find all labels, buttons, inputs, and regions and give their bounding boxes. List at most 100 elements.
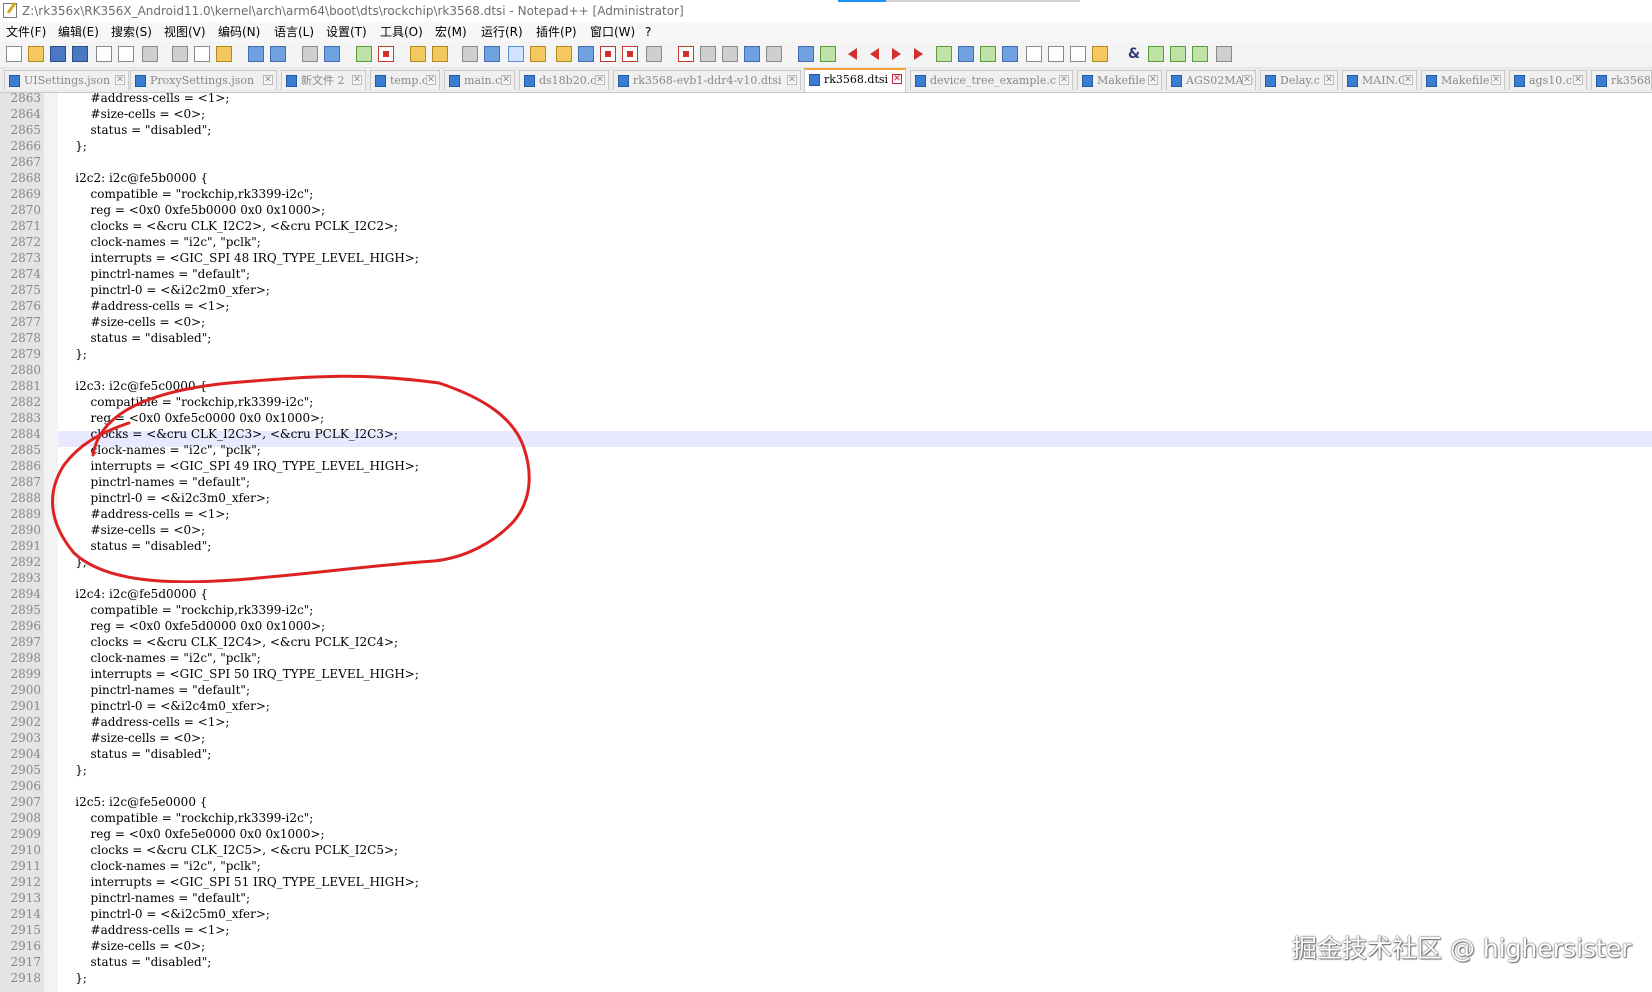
code-line[interactable]: 2905 }; bbox=[0, 762, 1652, 778]
close-tab-icon[interactable]: ✕ bbox=[1242, 75, 1252, 85]
code-line[interactable]: 2887 pinctrl-names = "default"; bbox=[0, 474, 1652, 490]
code-line[interactable]: 2876 #address-cells = <1>; bbox=[0, 298, 1652, 314]
tool-icon[interactable] bbox=[1148, 46, 1164, 62]
code-line[interactable]: 2875 pinctrl-0 = <&i2c2m0_xfer>; bbox=[0, 282, 1652, 298]
menu-tools[interactable]: 工具(O) bbox=[380, 22, 423, 42]
save-all-icon[interactable] bbox=[72, 46, 88, 62]
cut-icon[interactable] bbox=[172, 46, 188, 62]
settings-icon[interactable] bbox=[1216, 46, 1232, 62]
record-macro-icon[interactable] bbox=[678, 46, 694, 62]
code-line[interactable]: 2902 #address-cells = <1>; bbox=[0, 714, 1652, 730]
code-line[interactable]: 2897 clocks = <&cru CLK_I2C4>, <&cru PCL… bbox=[0, 634, 1652, 650]
tab-device-tree-example-c[interactable]: device_tree_example.c ✕ bbox=[910, 70, 1073, 90]
code-line[interactable]: 2867 bbox=[0, 154, 1652, 170]
doc-map-icon[interactable] bbox=[556, 46, 572, 62]
code-line[interactable]: 2913 pinctrl-names = "default"; bbox=[0, 890, 1652, 906]
code-line[interactable]: 2910 clocks = <&cru CLK_I2C5>, <&cru PCL… bbox=[0, 842, 1652, 858]
menu-language[interactable]: 语言(L) bbox=[274, 22, 314, 42]
close-tab-icon[interactable]: ✕ bbox=[501, 75, 511, 85]
zoom-out-icon[interactable] bbox=[378, 46, 394, 62]
menu-help[interactable]: ? bbox=[645, 22, 651, 42]
new-file-icon[interactable] bbox=[6, 46, 22, 62]
user-lang-icon[interactable] bbox=[530, 46, 546, 62]
close-tab-icon[interactable]: ✕ bbox=[595, 75, 605, 85]
code-line[interactable]: 2885 clock-names = "i2c", "pclk"; bbox=[0, 442, 1652, 458]
tab-new-file-2[interactable]: 新文件 2 ✕ bbox=[281, 70, 366, 90]
plugin-e-icon[interactable] bbox=[1026, 46, 1042, 62]
code-line[interactable]: 2882 compatible = "rockchip,rk3399-i2c"; bbox=[0, 394, 1652, 410]
code-line[interactable]: 2880 bbox=[0, 362, 1652, 378]
close-tab-icon[interactable]: ✕ bbox=[1148, 75, 1158, 85]
open-file-icon[interactable] bbox=[28, 46, 44, 62]
menu-search[interactable]: 搜索(S) bbox=[111, 22, 152, 42]
plugin-h-icon[interactable] bbox=[1092, 46, 1108, 62]
play-multiple-icon[interactable] bbox=[744, 46, 760, 62]
zoom-in-icon[interactable] bbox=[356, 46, 372, 62]
menu-macro[interactable]: 宏(M) bbox=[435, 22, 467, 42]
tab-temp-c[interactable]: temp.c ✕ bbox=[370, 70, 440, 90]
code-line[interactable]: 2890 #size-cells = <0>; bbox=[0, 522, 1652, 538]
close-tab-icon[interactable]: ✕ bbox=[352, 75, 362, 85]
menu-encoding[interactable]: 编码(N) bbox=[218, 22, 260, 42]
code-line[interactable]: 2870 reg = <0x0 0xfe5b0000 0x0 0x1000>; bbox=[0, 202, 1652, 218]
indent-guide-icon[interactable] bbox=[508, 46, 524, 62]
tab-rk3568-partial[interactable]: rk3568- bbox=[1591, 70, 1652, 90]
code-line[interactable]: 2889 #address-cells = <1>; bbox=[0, 506, 1652, 522]
code-line[interactable]: 2898 clock-names = "i2c", "pclk"; bbox=[0, 650, 1652, 666]
code-line[interactable]: 2901 pinctrl-0 = <&i2c4m0_xfer>; bbox=[0, 698, 1652, 714]
tab-ags02ma-c[interactable]: AGS02MA.c ✕ bbox=[1166, 70, 1256, 90]
code-line[interactable]: 2911 clock-names = "i2c", "pclk"; bbox=[0, 858, 1652, 874]
close-tab-icon[interactable]: ✕ bbox=[1059, 75, 1069, 85]
code-line[interactable]: 2906 bbox=[0, 778, 1652, 794]
plugin-b-icon[interactable] bbox=[958, 46, 974, 62]
tab-rk3568-dtsi[interactable]: rk3568.dtsi ✕ bbox=[804, 68, 906, 92]
eye-icon[interactable] bbox=[646, 46, 662, 62]
undo-icon[interactable] bbox=[248, 46, 264, 62]
code-line[interactable]: 2879 }; bbox=[0, 346, 1652, 362]
code-line[interactable]: 2895 compatible = "rockchip,rk3399-i2c"; bbox=[0, 602, 1652, 618]
close-tab-icon[interactable]: ✕ bbox=[787, 75, 797, 85]
menu-window[interactable]: 窗口(W) bbox=[590, 22, 635, 42]
close-tab-icon[interactable]: ✕ bbox=[426, 75, 436, 85]
code-line[interactable]: 2914 pinctrl-0 = <&i2c5m0_xfer>; bbox=[0, 906, 1652, 922]
plugin-d-icon[interactable] bbox=[1002, 46, 1018, 62]
prev-diff-icon[interactable] bbox=[870, 48, 879, 60]
menu-view[interactable]: 视图(V) bbox=[164, 22, 206, 42]
last-diff-icon[interactable] bbox=[914, 48, 923, 60]
close-icon[interactable] bbox=[96, 46, 112, 62]
code-line[interactable]: 2896 reg = <0x0 0xfe5d0000 0x0 0x1000>; bbox=[0, 618, 1652, 634]
show-all-chars-icon[interactable] bbox=[484, 46, 500, 62]
close-tab-icon[interactable]: ✕ bbox=[1324, 75, 1334, 85]
code-line[interactable]: 2863 #address-cells = <1>; bbox=[0, 90, 1652, 106]
code-editor[interactable]: 2863 #address-cells = <1>; 2864 #size-cel… bbox=[0, 90, 1652, 992]
menu-file[interactable]: 文件(F) bbox=[6, 22, 46, 42]
word-wrap-icon[interactable] bbox=[462, 46, 478, 62]
print-icon[interactable] bbox=[142, 46, 158, 62]
code-line[interactable]: 2909 reg = <0x0 0xfe5e0000 0x0 0x1000>; bbox=[0, 826, 1652, 842]
code-line[interactable]: 2908 compatible = "rockchip,rk3399-i2c"; bbox=[0, 810, 1652, 826]
menu-plugins[interactable]: 插件(P) bbox=[536, 22, 577, 42]
plugin-c-icon[interactable] bbox=[980, 46, 996, 62]
close-tab-icon[interactable]: ✕ bbox=[1491, 75, 1501, 85]
plugin-f-icon[interactable] bbox=[1048, 46, 1064, 62]
code-line[interactable]: 2877 #size-cells = <0>; bbox=[0, 314, 1652, 330]
code-line[interactable]: 2873 interrupts = <GIC_SPI 48 IRQ_TYPE_L… bbox=[0, 250, 1652, 266]
close-all-icon[interactable] bbox=[118, 46, 134, 62]
code-line[interactable]: 2868 i2c2: i2c@fe5b0000 { bbox=[0, 170, 1652, 186]
code-line[interactable]: 2878 status = "disabled"; bbox=[0, 330, 1652, 346]
code-line[interactable]: 2886 interrupts = <GIC_SPI 49 IRQ_TYPE_L… bbox=[0, 458, 1652, 474]
code-line[interactable]: 2883 reg = <0x0 0xfe5c0000 0x0 0x1000>; bbox=[0, 410, 1652, 426]
plugin-icon[interactable] bbox=[820, 46, 836, 62]
code-line[interactable]: 2900 pinctrl-names = "default"; bbox=[0, 682, 1652, 698]
stop-record-icon[interactable] bbox=[700, 46, 716, 62]
code-line[interactable]: 2871 clocks = <&cru CLK_I2C2>, <&cru PCL… bbox=[0, 218, 1652, 234]
redo-icon[interactable] bbox=[270, 46, 286, 62]
code-line[interactable]: 2912 interrupts = <GIC_SPI 51 IRQ_TYPE_L… bbox=[0, 874, 1652, 890]
plugin-g-icon[interactable] bbox=[1070, 46, 1086, 62]
code-line[interactable]: 2904 status = "disabled"; bbox=[0, 746, 1652, 762]
next-diff-icon[interactable] bbox=[892, 48, 901, 60]
code-line[interactable]: 2892 }; bbox=[0, 554, 1652, 570]
close-tab-icon[interactable]: ✕ bbox=[1403, 75, 1413, 85]
save-macro-icon[interactable] bbox=[766, 46, 782, 62]
save-icon[interactable] bbox=[50, 46, 66, 62]
